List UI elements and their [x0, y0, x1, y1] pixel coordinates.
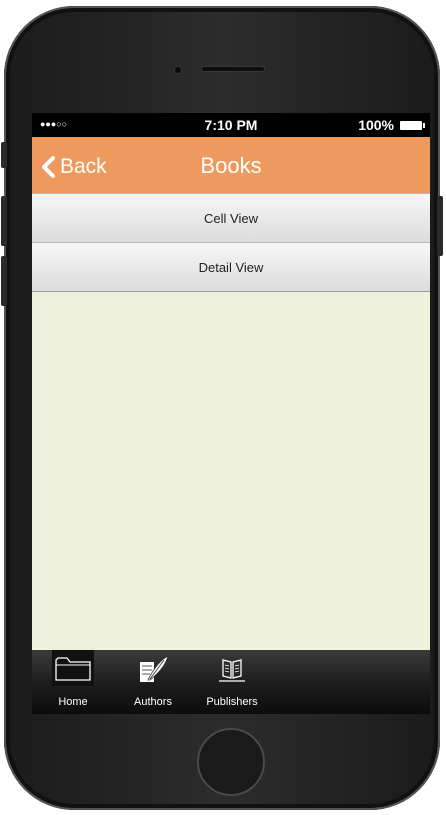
tab-authors-label: Authors	[134, 696, 172, 708]
status-bar: ●●●○○ 7:10 PM 100%	[32, 113, 430, 137]
screen: ●●●○○ 7:10 PM 100% Back Books Cell View …	[32, 113, 430, 714]
tab-home[interactable]: Home	[50, 650, 96, 714]
tab-bar: Home Authors Publishers	[32, 650, 430, 714]
quill-icon	[140, 655, 169, 682]
mute-switch	[1, 142, 7, 168]
battery-icon	[400, 121, 425, 130]
front-camera	[174, 66, 182, 74]
cell-view-button[interactable]: Cell View	[32, 193, 430, 243]
detail-view-label: Detail View	[198, 259, 264, 275]
volume-down-button	[1, 256, 7, 306]
cell-view-label: Cell View	[204, 210, 258, 226]
folder-icon	[55, 657, 91, 681]
power-button	[437, 196, 443, 256]
detail-view-button[interactable]: Detail View	[32, 242, 430, 292]
book-icon	[219, 659, 245, 682]
navigation-bar: Back Books	[32, 137, 430, 193]
tab-publishers[interactable]: Publishers	[198, 650, 266, 714]
tab-home-label: Home	[58, 696, 88, 708]
home-button[interactable]	[197, 728, 265, 796]
battery-percent: 100%	[358, 117, 394, 133]
earpiece-speaker	[201, 66, 265, 72]
volume-up-button	[1, 196, 7, 246]
tab-publishers-label: Publishers	[206, 696, 258, 708]
page-title: Books	[200, 153, 262, 178]
phone-frame: ●●●○○ 7:10 PM 100% Back Books Cell View …	[1, 6, 443, 810]
tab-authors[interactable]: Authors	[124, 650, 182, 714]
